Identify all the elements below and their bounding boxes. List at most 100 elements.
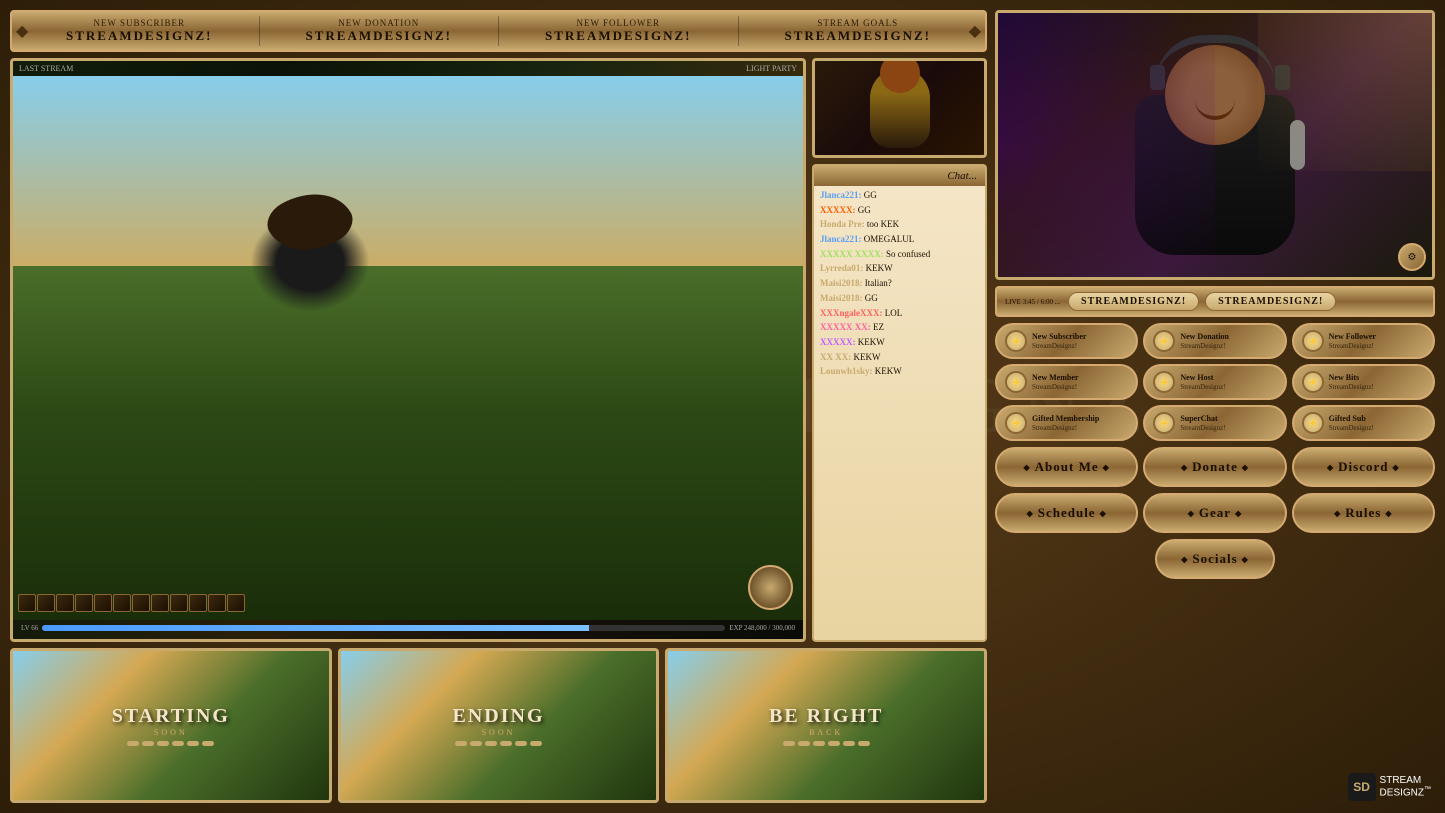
panel-mini-btn: [202, 741, 214, 746]
alert-coin-superchat: ⚡: [1153, 412, 1175, 434]
game-enemy: [250, 212, 370, 312]
gear-label: Gear: [1199, 505, 1231, 521]
webcam-small: [812, 58, 987, 158]
rules-label: Rules: [1345, 505, 1381, 521]
alert-title-member: New Member: [1032, 373, 1078, 383]
ticker-section-donation: New Donation STREAMDESIGNZ!: [260, 18, 499, 44]
ticker-label-goals: Stream Goals: [739, 18, 978, 28]
panel-starting-subtitle: SOON: [154, 728, 188, 737]
panel-mini-btn: [157, 741, 169, 746]
heart-button-1[interactable]: ♥: [281, 639, 535, 642]
alert-text-subscriber: New Subscriber StreamDesignz!: [1032, 332, 1086, 350]
discord-button[interactable]: Discord: [1292, 447, 1435, 487]
panel-ending-subtitle: SOON: [482, 728, 516, 737]
chat-message: XXXXX XXXX: So confused: [820, 249, 979, 261]
panel-mini-btn: [858, 741, 870, 746]
action-slot-row-1: [18, 594, 245, 612]
panel-mini-btn: [783, 741, 795, 746]
alert-text-follower: New Follower StreamDesignz!: [1329, 332, 1376, 350]
chat-message: Jlanca221: GG: [820, 190, 979, 202]
webcam-corner-button[interactable]: ⚙: [1398, 243, 1426, 271]
alert-title-superchat: SuperChat: [1180, 414, 1225, 424]
panel-mini-btn: [470, 741, 482, 746]
headphone-right: [1275, 65, 1290, 90]
stats-badge-1: STREAMDESIGNZ!: [1068, 292, 1199, 311]
dollar-button[interactable]: $: [21, 639, 275, 642]
action-bar-area: [18, 594, 743, 612]
panel-ending-btns: [455, 741, 542, 746]
ticker-label-donation: New Donation: [260, 18, 499, 28]
alert-sub-member: StreamDesignz!: [1032, 383, 1078, 391]
alert-coin-subscriber: ⚡: [1005, 330, 1027, 352]
alert-text-host: New Host StreamDesignz!: [1180, 373, 1225, 391]
ticker-value-goals: STREAMDESIGNZ!: [739, 28, 978, 44]
webcam-small-placeholder: [815, 61, 984, 155]
alert-title-bits: New Bits: [1329, 373, 1374, 383]
alert-coin-gifted-membership: ⚡: [1005, 412, 1027, 434]
action-slot: [189, 594, 207, 612]
alert-card-bits[interactable]: ⚡ New Bits StreamDesignz!: [1292, 364, 1435, 400]
alert-sub-superchat: StreamDesignz!: [1180, 424, 1225, 432]
alert-coin-member: ⚡: [1005, 371, 1027, 393]
streamer-small-figure: [870, 68, 930, 148]
alert-title-gifted-sub: Gifted Sub: [1329, 414, 1374, 424]
sd-badge: SD: [1348, 773, 1376, 801]
alert-card-gifted-membership[interactable]: ⚡ Gifted Membership StreamDesignz!: [995, 405, 1138, 441]
gear-button[interactable]: Gear: [1143, 493, 1286, 533]
main-content-area: LAST STREAM LIGHT PARTY: [10, 58, 987, 642]
chat-box: Chat... Jlanca221: GGXXXXX: GGHonda Pre:…: [812, 164, 987, 642]
panel-mini-btn: [455, 741, 467, 746]
exp-bar: [42, 625, 725, 631]
ticker-section-follower: New Follower STREAMDESIGNZ!: [499, 18, 738, 44]
ticker-value-donation: STREAMDESIGNZ!: [260, 28, 499, 44]
chat-message: XXXXX: KEKW: [820, 337, 979, 349]
alert-text-member: New Member StreamDesignz!: [1032, 373, 1078, 391]
game-scene: [13, 76, 803, 620]
alert-sub-donation: StreamDesignz!: [1180, 342, 1229, 350]
schedule-button[interactable]: Schedule: [995, 493, 1138, 533]
action-slot: [75, 594, 93, 612]
sd-line2: DESIGNZ™: [1380, 786, 1431, 798]
alert-card-host[interactable]: ⚡ New Host StreamDesignz!: [1143, 364, 1286, 400]
alert-sub-gifted-sub: StreamDesignz!: [1329, 424, 1374, 432]
donate-label: Donate: [1192, 459, 1238, 475]
panel-mini-btn: [172, 741, 184, 746]
game-bottom-ui: LV 66 EXP 248,000 / 300,000: [13, 620, 803, 639]
ticker-section-goals: Stream Goals STREAMDESIGNZ!: [739, 18, 978, 44]
action-slot: [56, 594, 74, 612]
heart-button-2[interactable]: ♥: [541, 639, 795, 642]
webcam-large-inner: [998, 13, 1432, 277]
right-column: ⚙ LIVE 3:45 / 6:00 ... STREAMDESIGNZ! ST…: [995, 10, 1435, 803]
socials-button[interactable]: Socials: [1155, 539, 1275, 579]
ticker-label-subscriber: New Subscriber: [20, 18, 259, 28]
chat-message: Honda Pre: too KEK: [820, 219, 979, 231]
panel-mini-btn: [127, 741, 139, 746]
exp-bar-row: LV 66 EXP 248,000 / 300,000: [21, 624, 795, 632]
alert-card-member[interactable]: ⚡ New Member StreamDesignz!: [995, 364, 1138, 400]
donate-button[interactable]: Donate: [1143, 447, 1286, 487]
panel-mini-btn: [485, 741, 497, 746]
alert-card-follower[interactable]: ⚡ New Follower StreamDesignz!: [1292, 323, 1435, 359]
chat-message: Maisi2018: Italian?: [820, 278, 979, 290]
alert-sub-bits: StreamDesignz!: [1329, 383, 1374, 391]
alert-card-gifted-sub[interactable]: ⚡ Gifted Sub StreamDesignz!: [1292, 405, 1435, 441]
action-slot: [208, 594, 226, 612]
alert-coin-follower: ⚡: [1302, 330, 1324, 352]
alert-card-superchat[interactable]: ⚡ SuperChat StreamDesignz!: [1143, 405, 1286, 441]
chat-messages: Jlanca221: GGXXXXX: GGHonda Pre: too KEK…: [814, 186, 985, 640]
panel-brb-title: BE RIGHT: [769, 705, 883, 728]
action-slot: [132, 594, 150, 612]
alert-title-gifted-membership: Gifted Membership: [1032, 414, 1099, 424]
socials-label: Socials: [1192, 551, 1237, 567]
chat-message: XXXngaleXXX: LOL: [820, 308, 979, 320]
about-me-button[interactable]: About Me: [995, 447, 1138, 487]
alert-card-donation[interactable]: ⚡ New Donation StreamDesignz!: [1143, 323, 1286, 359]
lv-label: LV 66: [21, 624, 38, 632]
rules-button[interactable]: Rules: [1292, 493, 1435, 533]
alert-card-subscriber[interactable]: ⚡ New Subscriber StreamDesignz!: [995, 323, 1138, 359]
alert-coin-gifted-sub: ⚡: [1302, 412, 1324, 434]
panel-mini-btn: [828, 741, 840, 746]
about-me-label: About Me: [1035, 459, 1099, 475]
alert-text-donation: New Donation StreamDesignz!: [1180, 332, 1229, 350]
sd-brand-text: STREAM DESIGNZ™: [1380, 775, 1431, 798]
